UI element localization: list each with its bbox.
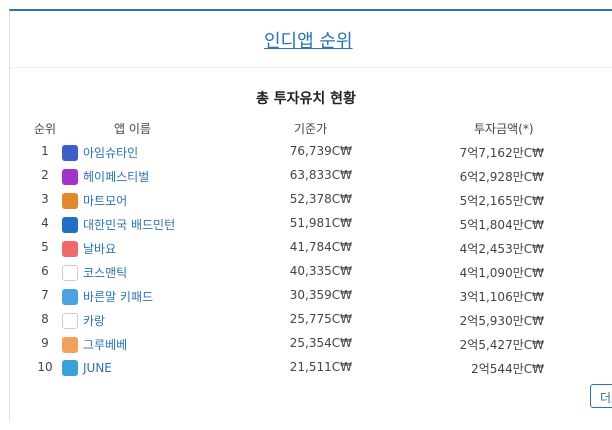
app-name-link[interactable]: 바른말 키패드 bbox=[83, 288, 153, 305]
rank-cell: 10 bbox=[37, 360, 53, 374]
price-cell: 30,359C₩ bbox=[289, 288, 352, 302]
price-cell: 63,833C₩ bbox=[289, 168, 352, 182]
table-row: 3 마트모어 52,378C₩ 5억2,165만C₩ bbox=[10, 188, 612, 212]
section-subtitle: 총 투자유치 현황 bbox=[256, 91, 356, 107]
investment-cell: 5억1,804만C₩ bbox=[459, 218, 544, 232]
rank-cell: 2 bbox=[41, 168, 49, 182]
header-investment: 투자금액(*) bbox=[474, 122, 534, 136]
header-price: 기준가 bbox=[294, 122, 328, 136]
investment-cell: 7억7,162만C₩ bbox=[459, 146, 544, 160]
table-header-row: 순위 앱 이름 기준가 투자금액(*) bbox=[10, 116, 612, 140]
investment-cell: 4억1,090만C₩ bbox=[459, 266, 544, 280]
rank-cell: 5 bbox=[41, 240, 49, 254]
page-title-link[interactable]: 인디앱 순위 bbox=[264, 27, 353, 53]
app-cell: 대한민국 배드민턴 bbox=[62, 216, 175, 233]
app-cell: 마트모어 bbox=[62, 192, 127, 209]
einstein-app-icon[interactable] bbox=[62, 144, 78, 161]
app-cell: 코스맨틱 bbox=[62, 264, 127, 281]
table-row: 4 대한민국 배드민턴 51,981C₩ 5억1,804만C₩ bbox=[10, 212, 612, 236]
app-name-link[interactable]: 아임슈타인 bbox=[83, 144, 138, 161]
rank-cell: 3 bbox=[41, 192, 49, 206]
cosmantic-app-icon[interactable] bbox=[62, 264, 78, 281]
indie-app-ranking-panel: 인디앱 순위 총 투자유치 현황 순위 앱 이름 기준가 투자금액(*) 1 아임… bbox=[9, 9, 612, 421]
price-cell: 41,784C₩ bbox=[289, 240, 352, 254]
app-cell: 날바요 bbox=[62, 240, 116, 257]
rank-cell: 8 bbox=[41, 312, 49, 326]
table-row: 8 카랑 25,775C₩ 2억5,930만C₩ bbox=[10, 308, 612, 332]
price-cell: 40,335C₩ bbox=[289, 264, 352, 278]
app-name-link[interactable]: 카랑 bbox=[83, 312, 105, 329]
groovebebe-app-icon[interactable] bbox=[62, 336, 78, 353]
panel-header: 인디앱 순위 bbox=[10, 11, 612, 67]
keypad-app-icon[interactable] bbox=[62, 288, 78, 305]
app-name-link[interactable]: 마트모어 bbox=[83, 192, 127, 209]
investment-cell: 2억5,427만C₩ bbox=[459, 338, 544, 352]
investment-cell: 2억544만C₩ bbox=[471, 362, 544, 376]
investment-cell: 3억1,106만C₩ bbox=[459, 290, 544, 304]
festival-app-icon[interactable] bbox=[62, 168, 78, 185]
header-rank: 순위 bbox=[33, 122, 57, 136]
app-name-link[interactable]: 대한민국 배드민턴 bbox=[83, 216, 175, 233]
investment-cell: 5억2,165만C₩ bbox=[459, 194, 544, 208]
nalbayo-app-icon[interactable] bbox=[62, 240, 78, 257]
table-row: 7 바른말 키패드 30,359C₩ 3억1,106만C₩ bbox=[10, 284, 612, 308]
app-cell: 헤이페스티벌 bbox=[62, 168, 149, 185]
table-row: 2 헤이페스티벌 63,833C₩ 6억2,928만C₩ bbox=[10, 164, 612, 188]
investment-cell: 6억2,928만C₩ bbox=[459, 170, 544, 184]
investment-cell: 4억2,453만C₩ bbox=[459, 242, 544, 256]
app-cell: 아임슈타인 bbox=[62, 144, 138, 161]
rank-cell: 1 bbox=[41, 144, 49, 158]
header-app-name: 앱 이름 bbox=[114, 122, 151, 136]
table-row: 1 아임슈타인 76,739C₩ 7억7,162만C₩ bbox=[10, 140, 612, 164]
rank-cell: 6 bbox=[41, 264, 49, 278]
price-cell: 51,981C₩ bbox=[289, 216, 352, 230]
app-cell: 바른말 키패드 bbox=[62, 288, 153, 305]
price-cell: 52,378C₩ bbox=[289, 192, 352, 206]
table-row: 9 그루베베 25,354C₩ 2억5,427만C₩ bbox=[10, 332, 612, 356]
karang-app-icon[interactable] bbox=[62, 312, 78, 329]
price-cell: 76,739C₩ bbox=[289, 144, 352, 158]
rank-cell: 7 bbox=[41, 288, 49, 302]
app-name-link[interactable]: 날바요 bbox=[83, 240, 116, 257]
june-app-icon[interactable] bbox=[62, 360, 78, 376]
app-name-link[interactable]: JUNE bbox=[83, 361, 112, 375]
price-cell: 25,354C₩ bbox=[289, 336, 352, 350]
price-cell: 25,775C₩ bbox=[289, 312, 352, 326]
table-row: 5 날바요 41,784C₩ 4억2,453만C₩ bbox=[10, 236, 612, 260]
app-name-link[interactable]: 코스맨틱 bbox=[83, 264, 127, 281]
app-name-link[interactable]: 그루베베 bbox=[83, 336, 127, 353]
app-cell: 카랑 bbox=[62, 312, 105, 329]
app-cell: 그루베베 bbox=[62, 336, 127, 353]
app-cell: JUNE bbox=[62, 360, 112, 376]
badminton-app-icon[interactable] bbox=[62, 216, 78, 233]
table-row: 10 JUNE 21,511C₩ 2억544만C₩ bbox=[10, 356, 612, 380]
table-row: 6 코스맨틱 40,335C₩ 4억1,090만C₩ bbox=[10, 260, 612, 284]
martmore-app-icon[interactable] bbox=[62, 192, 78, 209]
rank-cell: 9 bbox=[41, 336, 49, 350]
app-name-link[interactable]: 헤이페스티벌 bbox=[83, 168, 149, 185]
price-cell: 21,511C₩ bbox=[289, 360, 352, 374]
ranking-content: 총 투자유치 현황 순위 앱 이름 기준가 투자금액(*) 1 아임슈타인 76,7… bbox=[10, 67, 612, 421]
more-button[interactable]: 더보기 bbox=[590, 384, 612, 408]
rank-cell: 4 bbox=[41, 216, 49, 230]
investment-cell: 2억5,930만C₩ bbox=[459, 314, 544, 328]
